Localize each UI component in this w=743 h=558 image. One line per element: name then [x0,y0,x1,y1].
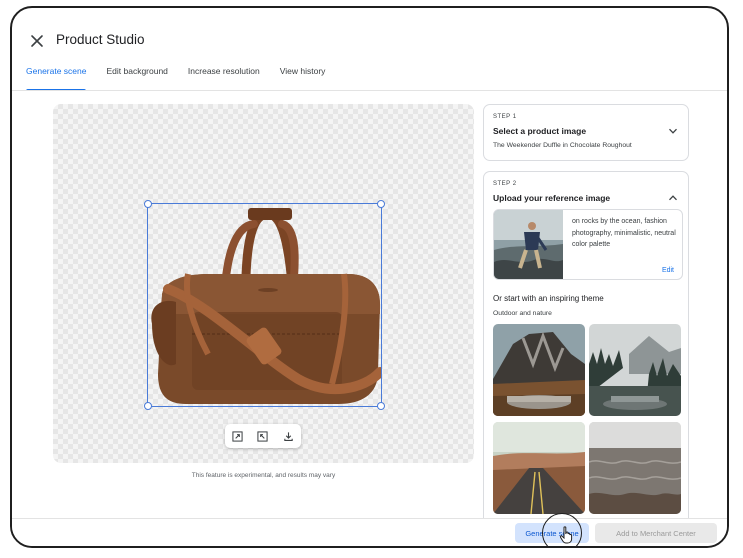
experimental-disclaimer: This feature is experimental, and result… [191,472,336,479]
chevron-down-icon[interactable] [668,126,678,136]
selected-product-name: The Weekender Duffle in Chocolate Rougho… [493,142,632,149]
reference-image-thumbnail [494,210,563,279]
theme-misty-forest-rock[interactable] [589,324,681,416]
theme-category: Outdoor and nature [493,310,552,317]
product-selection-box[interactable] [144,200,385,410]
shrink-icon[interactable] [252,425,274,447]
theme-desert-road[interactable] [493,422,585,514]
theme-ocean-water[interactable] [589,422,681,514]
step2-label: STEP 2 [493,181,517,187]
step1-label: STEP 1 [493,114,517,120]
theme-heading: Or start with an inspiring theme [493,294,604,303]
add-to-merchant-center-button[interactable]: Add to Merchant Center [595,523,717,543]
expand-icon[interactable] [227,425,249,447]
tab-generate-scene[interactable]: Generate scene [26,66,87,91]
tab-view-history[interactable]: View history [280,66,326,88]
theme-mountain-rock[interactable] [493,324,585,416]
tab-divider [12,90,727,91]
step2-title: Upload your reference image [493,193,611,203]
product-studio-window: Product Studio Generate scene Edit backg… [10,6,729,548]
product-image [151,208,381,404]
page-title: Product Studio [56,32,145,47]
resize-handle[interactable] [144,200,152,208]
reference-prompt: on rocks by the ocean, fashion photograp… [572,218,676,248]
step1-title: Select a product image [493,126,587,136]
canvas-toolbar [225,424,301,448]
tab-bar: Generate scene Edit background Increase … [26,66,345,91]
resize-handle[interactable] [144,402,152,410]
resize-handle[interactable] [377,200,385,208]
image-canvas[interactable] [53,104,474,463]
download-icon[interactable] [277,425,299,447]
reference-image-card[interactable]: on rocks by the ocean, fashion photograp… [493,209,683,280]
hand-pointer-icon [559,526,573,544]
step1-card[interactable]: STEP 1 Select a product image The Weeken… [483,104,689,161]
step2-card: STEP 2 Upload your reference image on ro… [483,171,689,531]
tab-increase-resolution[interactable]: Increase resolution [188,66,260,88]
close-icon[interactable] [28,32,46,50]
resize-handle[interactable] [377,402,385,410]
tab-edit-background[interactable]: Edit background [106,66,167,88]
edit-reference-link[interactable]: Edit [662,267,674,274]
chevron-up-icon[interactable] [668,193,678,203]
